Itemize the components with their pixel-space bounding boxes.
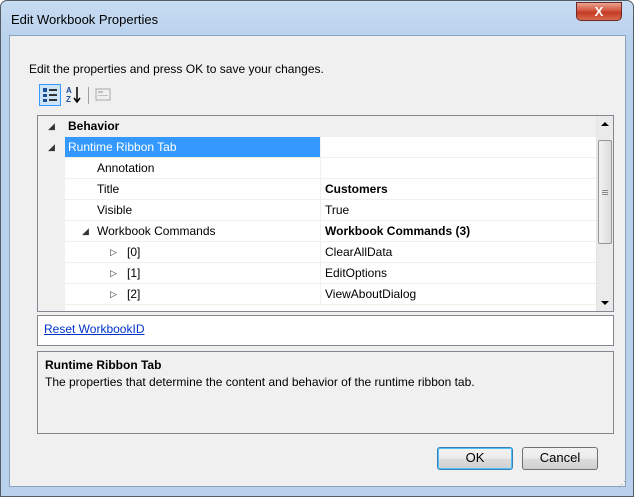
property-name-cell: ◢ Runtime Ribbon Tab [38,137,320,158]
reset-workbookid-link[interactable]: Reset WorkbookID [44,322,144,336]
close-icon: X [594,4,604,19]
property-name-cell: ▷ [0] [38,242,320,263]
property-value-cell[interactable]: ViewAboutDialog [320,284,596,305]
window-title: Edit Workbook Properties [11,12,159,27]
property-name-cell: ◢ Workbook Commands [38,221,320,242]
property-name-cell: ▷ [1] [38,263,320,284]
collapse-icon[interactable]: ◢ [48,116,55,136]
property-name-cell: ▷ [2] [38,284,320,305]
help-pane: Runtime Ribbon Tab The properties that d… [37,351,614,434]
property-label: [2] [127,287,141,301]
grid-row-title[interactable]: Title Customers [38,179,596,200]
alphabetical-icon: A Z [66,86,81,104]
collapse-icon[interactable]: ◢ [82,221,89,241]
grip-icon [602,190,608,191]
instruction-text: Edit the properties and press OK to save… [29,62,324,76]
resize-grip-icon[interactable]: ⋰ [618,480,626,489]
grid-row-behavior[interactable]: ◢ Behavior [38,116,596,137]
categorized-icon [43,88,57,102]
property-pages-button[interactable] [92,84,114,106]
property-pages-icon [95,88,111,101]
property-label: [1] [127,266,141,280]
help-description: The properties that determine the conten… [45,375,475,389]
svg-text:Z: Z [66,95,71,104]
expand-icon[interactable]: ▷ [110,284,117,304]
property-value-cell[interactable]: ClearAllData [320,242,596,263]
property-label: [0] [127,245,141,259]
property-grid[interactable]: ◢ Behavior ◢ Runtime Ribbon Tab Annotati… [37,115,614,312]
grid-row-runtime-ribbon-tab[interactable]: ◢ Runtime Ribbon Tab [38,137,596,158]
grid-row-command-0[interactable]: ▷ [0] ClearAllData [38,242,596,263]
property-value-cell[interactable]: Workbook Commands (3) [320,221,596,242]
property-label: Annotation [97,161,155,175]
categorized-button[interactable] [39,84,61,106]
grid-row-command-1[interactable]: ▷ [1] EditOptions [38,263,596,284]
ok-button[interactable]: OK [437,447,513,470]
property-value-cell [320,137,596,158]
property-label: Visible [97,203,133,217]
expand-icon[interactable]: ▷ [110,242,117,262]
alphabetical-button[interactable]: A Z [63,84,85,106]
property-value-cell[interactable]: True [320,200,596,221]
grid-row-visible[interactable]: Visible True [38,200,596,221]
scrollbar-thumb[interactable] [598,140,612,244]
property-value-cell[interactable] [320,158,596,179]
grid-row-command-2[interactable]: ▷ [2] ViewAboutDialog [38,284,596,305]
category-label: Behavior [68,119,120,133]
property-label: Workbook Commands [97,224,216,238]
title-bar[interactable]: Edit Workbook Properties X [1,1,633,35]
property-value-cell [320,116,596,137]
property-name-cell: ◢ Behavior [38,116,320,137]
svg-text:A: A [66,86,72,95]
category-label-selected: Runtime Ribbon Tab [65,137,320,157]
collapse-icon[interactable]: ◢ [48,137,55,157]
help-title: Runtime Ribbon Tab [45,358,162,372]
commands-pane: Reset WorkbookID [37,315,614,346]
property-label: Title [97,182,120,196]
scroll-down-icon[interactable] [597,294,613,311]
grid-row-workbook-commands[interactable]: ◢ Workbook Commands Workbook Commands (3… [38,221,596,242]
vertical-scrollbar[interactable] [596,116,613,311]
grid-row-annotation[interactable]: Annotation [38,158,596,179]
cancel-button[interactable]: Cancel [522,447,598,470]
property-name-cell: Title [38,179,320,200]
scroll-up-icon[interactable] [597,116,613,133]
property-name-cell: Annotation [38,158,320,179]
toolbar-separator [88,87,89,104]
property-value-cell[interactable]: Customers [320,179,596,200]
property-value-cell[interactable]: EditOptions [320,263,596,284]
property-name-cell: Visible [38,200,320,221]
expand-icon[interactable]: ▷ [110,263,117,283]
close-button[interactable]: X [576,2,622,21]
